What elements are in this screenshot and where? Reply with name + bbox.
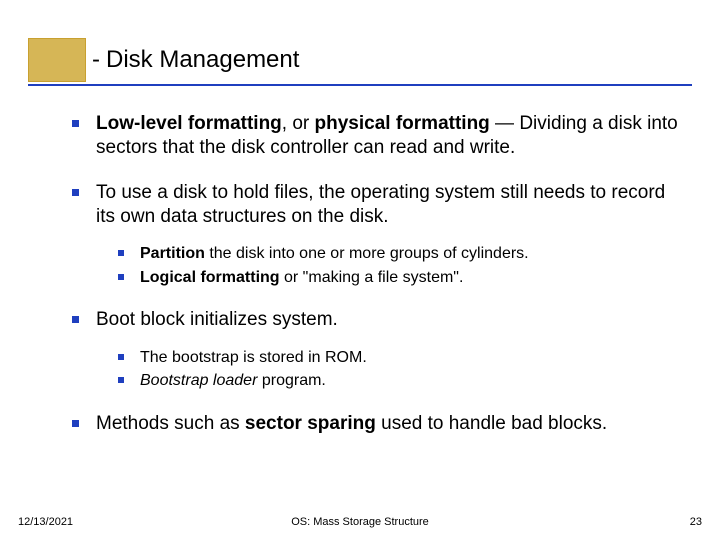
- text: , or: [282, 113, 315, 134]
- text: used to handle bad blocks.: [376, 413, 607, 434]
- term-bold: sector sparing: [245, 413, 376, 434]
- text: Methods such as: [96, 413, 245, 434]
- text: program.: [257, 372, 325, 389]
- text: or "making a file system".: [280, 269, 464, 286]
- term-bold: Partition: [140, 245, 205, 262]
- sub-bullet-item: Bootstrap loader program.: [114, 370, 678, 392]
- term-italic: Bootstrap loader: [140, 372, 257, 389]
- slide: { "header": { "dash": "-", "title": "Dis…: [0, 0, 720, 540]
- title-underline: [28, 84, 692, 86]
- title-block: - Disk Management: [0, 38, 299, 82]
- sub-bullet-list: The bootstrap is stored in ROM. Bootstra…: [96, 347, 678, 392]
- footer-title: OS: Mass Storage Structure: [0, 516, 720, 528]
- sub-bullet-item: Logical formatting or "making a file sys…: [114, 267, 678, 289]
- gold-accent-box: [28, 38, 86, 82]
- text: The bootstrap is stored in ROM.: [140, 349, 367, 366]
- text: To use a disk to hold files, the operati…: [96, 182, 665, 227]
- page-title: Disk Management: [106, 46, 299, 74]
- sub-bullet-list: Partition the disk into one or more grou…: [96, 243, 678, 288]
- page-number: 23: [690, 516, 702, 528]
- bullet-item: Low-level formatting, or physical format…: [68, 112, 678, 161]
- text: Boot block initializes system.: [96, 309, 338, 330]
- bullet-item: Methods such as sector sparing used to h…: [68, 412, 678, 436]
- bullet-item: To use a disk to hold files, the operati…: [68, 181, 678, 289]
- title-dash: -: [92, 46, 100, 74]
- term-bold: Low-level formatting: [96, 113, 282, 134]
- term-bold: Logical formatting: [140, 269, 280, 286]
- sub-bullet-item: The bootstrap is stored in ROM.: [114, 347, 678, 369]
- slide-content: Low-level formatting, or physical format…: [68, 112, 678, 456]
- sub-bullet-item: Partition the disk into one or more grou…: [114, 243, 678, 265]
- bullet-list: Low-level formatting, or physical format…: [68, 112, 678, 436]
- term-bold: physical formatting: [315, 113, 490, 134]
- text: the disk into one or more groups of cyli…: [205, 245, 529, 262]
- bullet-item: Boot block initializes system. The boots…: [68, 308, 678, 392]
